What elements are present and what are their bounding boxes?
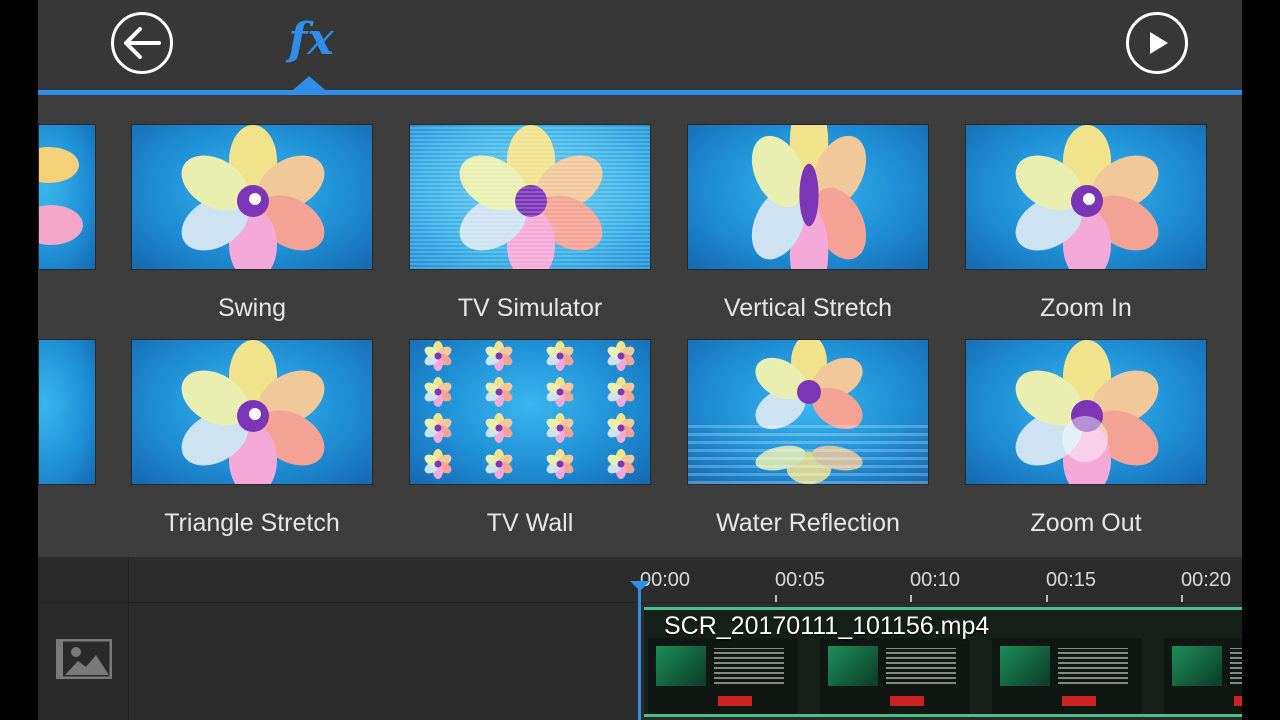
mini-flower-icon xyxy=(485,449,513,479)
effect-thumbnail xyxy=(409,124,651,270)
scanline-overlay xyxy=(410,125,650,269)
playhead-handle[interactable] xyxy=(630,581,650,591)
mini-flower-icon xyxy=(546,413,574,443)
effect-tile-tv-wall[interactable]: TV Wall xyxy=(409,339,651,537)
effect-thumbnail-partial[interactable] xyxy=(38,124,96,270)
time-tick: 00:05 xyxy=(775,569,826,591)
play-icon xyxy=(1150,32,1168,54)
mini-flower-icon xyxy=(485,413,513,443)
mini-flower-icon xyxy=(607,449,635,479)
play-button[interactable] xyxy=(1126,12,1188,74)
tick-mark xyxy=(910,595,912,602)
mini-flower-icon xyxy=(607,413,635,443)
effect-tile-water-reflection[interactable]: Water Reflection xyxy=(687,339,929,537)
water-ripple-overlay xyxy=(688,422,928,484)
flower-thumbnail-icon xyxy=(181,125,325,269)
top-toolbar: fx xyxy=(38,0,1242,90)
clip-filename: SCR_20170111_101156.mp4 xyxy=(664,612,990,640)
video-clip[interactable]: SCR_20170111_101156.mp4 xyxy=(644,607,1242,717)
image-gallery-icon[interactable] xyxy=(55,638,113,684)
active-tab-indicator xyxy=(293,76,325,90)
mini-flower-icon xyxy=(424,413,452,443)
effect-label: Zoom In xyxy=(1040,294,1132,322)
tick-mark xyxy=(1181,595,1183,602)
clip-frame xyxy=(1164,638,1242,714)
mini-flower-icon xyxy=(546,449,574,479)
effect-label: Swing xyxy=(217,294,287,322)
effect-tile-zoom-out[interactable]: Zoom Out xyxy=(965,339,1207,537)
back-arrow-icon xyxy=(124,27,161,59)
clip-frame xyxy=(820,638,970,714)
effect-tile-triangle-stretch[interactable]: Triangle Stretch xyxy=(131,339,373,537)
playhead[interactable] xyxy=(638,583,641,720)
mini-flower-icon xyxy=(607,341,635,371)
effect-thumbnail xyxy=(687,339,929,485)
mini-flower-icon xyxy=(424,377,452,407)
timeline-panel: 00:00 00:05 00:10 00:15 00:20 SCR_201701… xyxy=(38,557,1242,720)
mini-flower-icon xyxy=(485,341,513,371)
effect-thumbnail xyxy=(965,339,1207,485)
effect-thumbnail-partial[interactable] xyxy=(38,339,96,485)
flower-thumbnail-icon xyxy=(39,147,83,245)
effect-tile-tv-simulator[interactable]: TV Simulator xyxy=(409,124,651,322)
mini-flower-icon xyxy=(607,377,635,407)
back-button[interactable] xyxy=(111,12,173,74)
time-tick: 00:15 xyxy=(1046,569,1097,591)
effect-tile-vertical-stretch[interactable]: Vertical Stretch xyxy=(687,124,929,322)
mini-flower-icon xyxy=(424,341,452,371)
effect-thumbnail xyxy=(131,339,373,485)
flower-thumbnail-icon xyxy=(1015,340,1159,484)
mini-flower-icon xyxy=(485,377,513,407)
flower-thumbnail-icon xyxy=(751,125,867,269)
effects-grid: Swing TV Simulator Vertical Stretch Zoom… xyxy=(38,95,1242,557)
effect-thumbnail xyxy=(687,124,929,270)
effect-thumbnail xyxy=(409,339,651,485)
effect-tile-swing[interactable]: Swing xyxy=(131,124,373,322)
mini-flower-icon xyxy=(424,449,452,479)
image-gallery-icon-graphic xyxy=(55,638,113,680)
flower-grid-icon xyxy=(424,341,635,479)
clip-frame xyxy=(992,638,1142,714)
effect-label: Zoom Out xyxy=(1030,509,1142,537)
effect-label: TV Simulator xyxy=(457,294,603,322)
mini-flower-icon xyxy=(546,341,574,371)
effect-label: Triangle Stretch xyxy=(164,509,340,537)
clip-frame xyxy=(648,638,798,714)
mini-flower-icon xyxy=(546,377,574,407)
tab-fx[interactable]: fx xyxy=(286,10,336,70)
effect-thumbnail xyxy=(965,124,1207,270)
effect-tile-zoom-in[interactable]: Zoom In xyxy=(965,124,1207,322)
touch-indicator xyxy=(1062,416,1108,462)
effect-label: Vertical Stretch xyxy=(723,294,893,322)
flower-thumbnail-icon xyxy=(181,340,325,484)
effect-label: Water Reflection xyxy=(716,509,900,537)
time-tick: 00:10 xyxy=(910,569,961,591)
flower-thumbnail-icon xyxy=(1015,125,1159,269)
tick-mark xyxy=(775,595,777,602)
effects-editor: fx Swing TV Simulator Vertical Stretch Z… xyxy=(38,0,1242,720)
time-tick: 00:20 xyxy=(1181,569,1232,591)
tick-mark xyxy=(1046,595,1048,602)
effect-label: TV Wall xyxy=(486,509,574,537)
effect-thumbnail xyxy=(131,124,373,270)
